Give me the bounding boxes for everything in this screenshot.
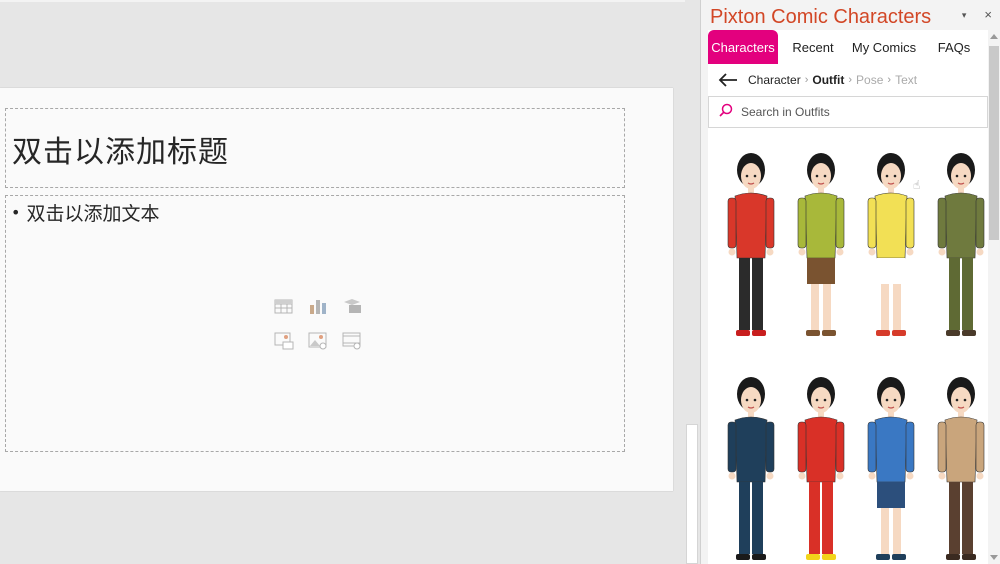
bullet-icon: • [11,203,21,222]
green-shirt-outfit[interactable] [788,146,854,361]
police-uniform-outfit[interactable] [718,370,784,564]
video-icon[interactable] [341,330,363,352]
outfit-gallery [708,130,988,564]
breadcrumb-character[interactable]: Character [748,73,801,87]
slide-editing-area: 双击以添加标题 • 双击以添加文本 [0,0,700,564]
title-placeholder-text: 双击以添加标题 [12,135,229,170]
breadcrumb-outfit: Outfit [812,73,845,87]
slide[interactable]: 双击以添加标题 • 双击以添加文本 [0,88,673,491]
breadcrumb-pose: Pose [856,73,884,87]
chevron-right-icon: › [848,74,853,86]
search-input[interactable]: Search in Outfits [708,96,988,128]
chevron-right-icon: › [887,74,892,86]
breadcrumb: Character › Outfit › Pose › Text [708,66,988,94]
close-icon[interactable]: × [984,8,992,22]
slide-vertical-scrollbar[interactable] [685,0,700,564]
scrollbar-thumb[interactable] [686,424,698,564]
title-placeholder[interactable]: 双击以添加标题 [5,108,625,188]
task-pane-title: Pixton Comic Characters [710,6,932,28]
scroll-down-icon[interactable] [990,555,998,560]
pane-options-icon[interactable]: ▾ [962,8,967,22]
picture-icon[interactable] [307,330,329,352]
pixton-addin: Characters Recent My Comics FAQs Charact… [708,30,988,564]
content-placeholder-text: 双击以添加文本 [26,203,160,225]
red-blouse-outfit[interactable] [718,146,784,361]
olive-cargo-outfit[interactable] [928,146,988,361]
content-placeholder[interactable]: • 双击以添加文本 [5,195,625,452]
tab-faqs[interactable]: FAQs [920,30,988,64]
tab-recent[interactable]: Recent [778,30,848,64]
search-placeholder: Search in Outfits [741,105,830,119]
content-bullet: • 双击以添加文本 [11,199,159,226]
blue-superhero-outfit[interactable] [858,370,924,564]
task-pane-scrollbar[interactable] [988,30,1000,564]
back-arrow-icon[interactable] [708,73,748,87]
online-picture-icon[interactable] [273,330,295,352]
tan-casual-outfit[interactable] [928,370,988,564]
chart-icon[interactable] [307,296,329,318]
chevron-right-icon: › [804,74,809,86]
breadcrumb-text: Text [895,73,918,87]
addin-tabs: Characters Recent My Comics FAQs [708,30,988,64]
scroll-up-icon[interactable] [990,34,998,39]
tab-my-comics[interactable]: My Comics [848,30,920,64]
red-superhero-outfit[interactable] [788,370,854,564]
tab-characters[interactable]: Characters [708,30,778,64]
scrollbar-thumb[interactable] [989,46,999,240]
hand-cursor-icon: ☝ [913,178,921,192]
smartart-icon[interactable] [341,296,363,318]
task-pane-controls: ▾ × [962,8,992,22]
divider [0,0,700,2]
search-icon [719,103,733,122]
table-icon[interactable] [273,296,295,318]
